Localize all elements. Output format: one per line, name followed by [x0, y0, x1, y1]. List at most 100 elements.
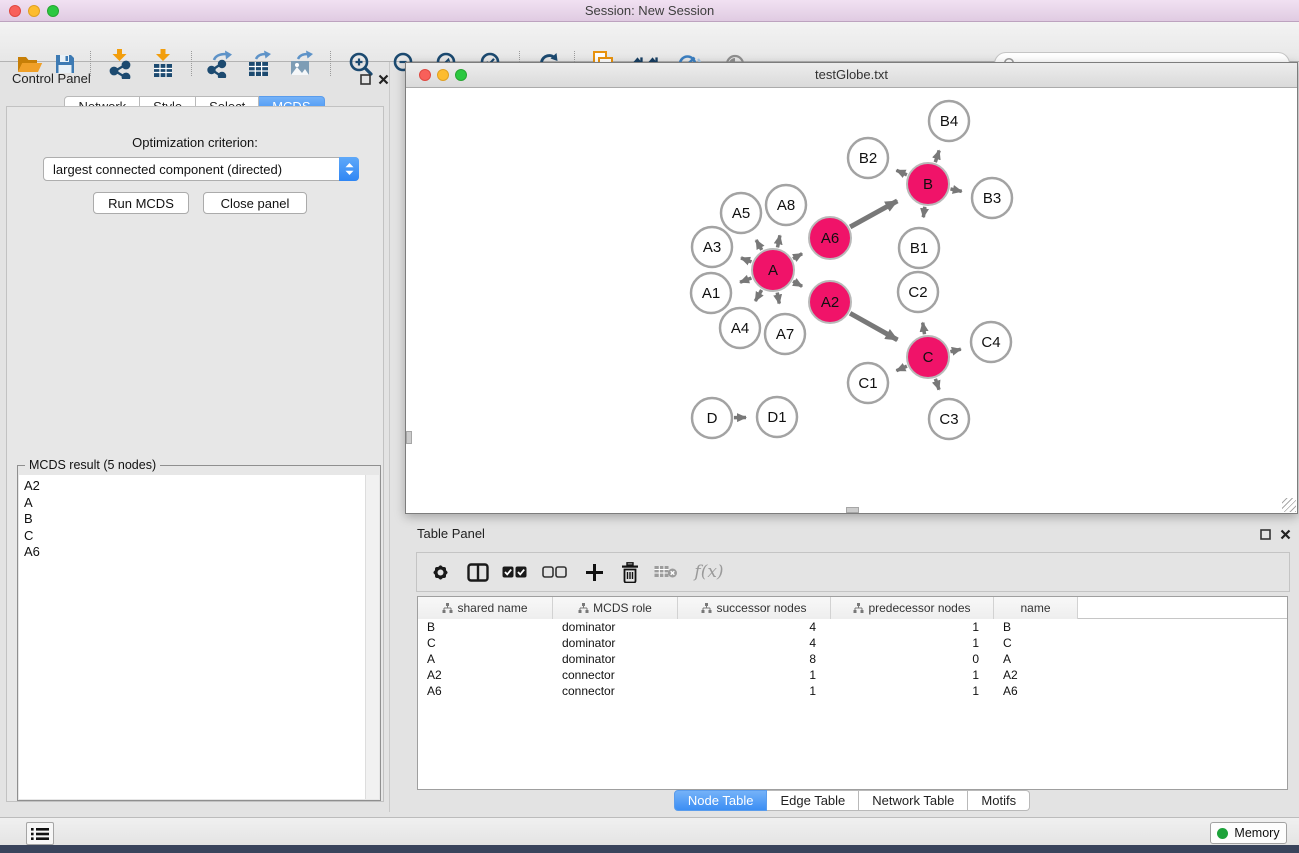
unselect-all-columns-button[interactable]	[539, 553, 569, 591]
graph-node-C3[interactable]	[929, 399, 969, 439]
cell-name[interactable]: A6	[994, 684, 1078, 698]
graph-node-C4[interactable]	[971, 322, 1011, 362]
mcds-result-item[interactable]: A2	[24, 478, 365, 495]
float-table-panel-button[interactable]	[1258, 527, 1272, 541]
tab-edge-table[interactable]: Edge Table	[767, 790, 859, 811]
table-options-button[interactable]	[425, 553, 455, 591]
create-column-button[interactable]	[579, 553, 609, 591]
cell-successor_nodes[interactable]: 1	[678, 668, 831, 682]
function-builder-button[interactable]: f(x)	[689, 553, 729, 591]
column-header-successor-nodes[interactable]: successor nodes	[678, 597, 831, 619]
graph-node-B3[interactable]	[972, 178, 1012, 218]
cell-name[interactable]: C	[994, 636, 1078, 650]
cell-mcds_role[interactable]: dominator	[553, 620, 678, 634]
optimization-criterion-select[interactable]: largest connected component (directed)	[43, 157, 359, 181]
cell-predecessor_nodes[interactable]: 1	[831, 668, 994, 682]
graph-node-A7[interactable]	[765, 314, 805, 354]
graph-edge-A2-C[interactable]	[850, 313, 897, 340]
cell-mcds_role[interactable]: dominator	[553, 636, 678, 650]
network-canvas[interactable]: AA1A2A3A4A5A6A7A8BB1B2B3B4CC1C2C3C4DD1	[406, 89, 1297, 513]
graph-edge-A-A4[interactable]	[755, 290, 761, 301]
window-resize-grip[interactable]	[1282, 498, 1296, 512]
table-row[interactable]: Adominator80A	[418, 651, 1287, 667]
cell-successor_nodes[interactable]: 4	[678, 620, 831, 634]
task-history-button[interactable]	[26, 822, 54, 845]
graph-edge-A6-B[interactable]	[850, 201, 897, 227]
canvas-horizontal-scroll-thumb[interactable]	[846, 507, 859, 513]
cell-successor_nodes[interactable]: 8	[678, 652, 831, 666]
graph-edge-C-C4[interactable]	[950, 349, 960, 351]
cell-shared_name[interactable]: A6	[418, 684, 553, 698]
mcds-result-item[interactable]: B	[24, 511, 365, 528]
table-row[interactable]: A6connector11A6	[418, 683, 1287, 699]
graph-edge-B-B4[interactable]	[935, 150, 939, 162]
graph-edge-A-A7[interactable]	[777, 293, 779, 304]
mcds-result-item[interactable]: C	[24, 528, 365, 545]
cell-shared_name[interactable]: A2	[418, 668, 553, 682]
graph-node-B1[interactable]	[899, 228, 939, 268]
column-header-name[interactable]: name	[994, 597, 1078, 619]
cell-mcds_role[interactable]: connector	[553, 684, 678, 698]
tab-network-table[interactable]: Network Table	[859, 790, 968, 811]
close-control-panel-button[interactable]	[376, 72, 390, 86]
cell-successor_nodes[interactable]: 4	[678, 636, 831, 650]
graph-edge-A-A3[interactable]	[741, 258, 751, 262]
cell-mcds_role[interactable]: connector	[553, 668, 678, 682]
cell-predecessor_nodes[interactable]: 1	[831, 636, 994, 650]
graph-node-A3[interactable]	[692, 227, 732, 267]
graph-edge-A-A8[interactable]	[778, 235, 780, 247]
cell-shared_name[interactable]: A	[418, 652, 553, 666]
graph-node-A8[interactable]	[766, 185, 806, 225]
select-all-columns-button[interactable]	[499, 553, 529, 591]
graph-node-A6[interactable]	[809, 217, 851, 259]
cell-shared_name[interactable]: C	[418, 636, 553, 650]
graph-edge-C-C1[interactable]	[896, 366, 906, 371]
show-columns-button[interactable]	[463, 553, 493, 591]
close-mcds-panel-button[interactable]: Close panel	[203, 192, 307, 214]
float-control-panel-button[interactable]	[358, 72, 372, 86]
graph-edge-B-B1[interactable]	[923, 207, 924, 218]
graph-edge-B-B3[interactable]	[950, 189, 961, 191]
graph-node-A[interactable]	[752, 249, 794, 291]
mcds-result-item[interactable]: A	[24, 495, 365, 512]
graph-node-D[interactable]	[692, 398, 732, 438]
graph-node-A4[interactable]	[720, 308, 760, 348]
cell-shared_name[interactable]: B	[418, 620, 553, 634]
column-header-predecessor-nodes[interactable]: predecessor nodes	[831, 597, 994, 619]
cell-predecessor_nodes[interactable]: 1	[831, 620, 994, 634]
graph-node-A2[interactable]	[809, 281, 851, 323]
delete-table-button[interactable]	[651, 553, 681, 591]
memory-button[interactable]: Memory	[1210, 822, 1287, 844]
cell-mcds_role[interactable]: dominator	[553, 652, 678, 666]
graph-node-D1[interactable]	[757, 397, 797, 437]
tab-motifs[interactable]: Motifs	[968, 790, 1030, 811]
network-window-titlebar[interactable]: testGlobe.txt	[406, 63, 1297, 88]
graph-node-C[interactable]	[907, 336, 949, 378]
graph-node-B2[interactable]	[848, 138, 888, 178]
tab-node-table[interactable]: Node Table	[674, 790, 768, 811]
graph-edge-A-A2[interactable]	[793, 281, 802, 286]
graph-node-B4[interactable]	[929, 101, 969, 141]
cell-name[interactable]: B	[994, 620, 1078, 634]
close-table-panel-button[interactable]	[1278, 527, 1292, 541]
mcds-result-item[interactable]: A6	[24, 544, 365, 561]
cell-predecessor_nodes[interactable]: 0	[831, 652, 994, 666]
graph-node-B[interactable]	[907, 163, 949, 205]
graph-edge-B-B2[interactable]	[896, 170, 906, 175]
cell-successor_nodes[interactable]: 1	[678, 684, 831, 698]
column-header-mcds-role[interactable]: MCDS role	[553, 597, 678, 619]
graph-edge-A-A1[interactable]	[740, 278, 751, 282]
delete-columns-button[interactable]	[615, 553, 645, 591]
graph-node-C1[interactable]	[848, 363, 888, 403]
cell-predecessor_nodes[interactable]: 1	[831, 684, 994, 698]
graph-node-C2[interactable]	[898, 272, 938, 312]
graph-edge-C-C3[interactable]	[935, 379, 939, 390]
canvas-vertical-scroll-thumb[interactable]	[406, 431, 412, 444]
graph-edge-A-A5[interactable]	[756, 240, 762, 250]
column-header-shared-name[interactable]: shared name	[418, 597, 553, 619]
run-mcds-button[interactable]: Run MCDS	[93, 192, 189, 214]
graph-node-A5[interactable]	[721, 193, 761, 233]
graph-edge-C-C2[interactable]	[923, 323, 925, 335]
table-row[interactable]: Bdominator41B	[418, 619, 1287, 635]
cell-name[interactable]: A	[994, 652, 1078, 666]
